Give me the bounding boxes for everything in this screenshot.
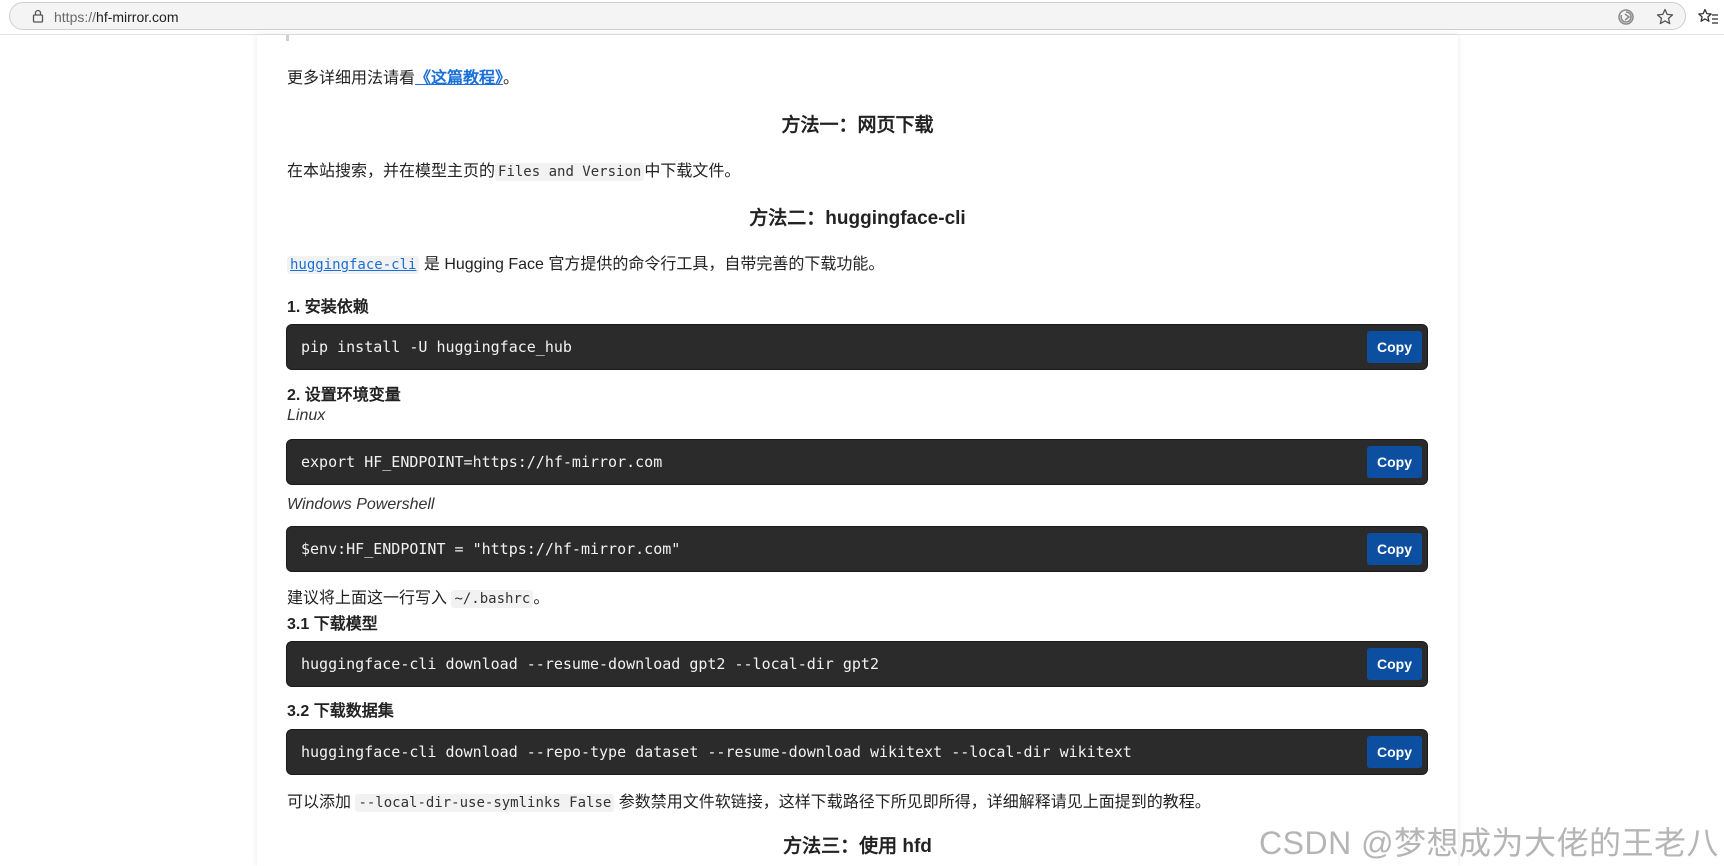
favorites-icon[interactable] [1698, 7, 1718, 27]
symlink-text-before: 可以添加 [287, 794, 356, 811]
method1-paragraph: 在本站搜索，并在模型主页的 Files and Version 中下载文件。 [287, 157, 740, 181]
method1-text-after: 中下载文件。 [644, 163, 741, 180]
url-scheme: https:// [54, 9, 97, 25]
intro-prefix: 更多详细用法请看 [287, 70, 416, 87]
code-text-download-model: huggingface-cli download --resume-downlo… [301, 655, 879, 673]
code-block-download-dataset: huggingface-cli download --repo-type dat… [287, 730, 1427, 774]
step1-title: 1. 安装依赖 [287, 299, 369, 316]
url-host: hf-mirror.com [96, 9, 179, 25]
copy-button-download-model[interactable]: Copy [1367, 648, 1422, 680]
files-and-version-code: Files and Version [495, 163, 645, 181]
blockquote-bar [286, 35, 289, 41]
code-text-download-dataset: huggingface-cli download --repo-type dat… [301, 743, 1132, 761]
url-text[interactable]: https://hf-mirror.com [54, 9, 178, 25]
bashrc-text-before: 建议将上面这一行写入 [287, 590, 452, 607]
refresh-icon[interactable] [1616, 7, 1636, 27]
step31-title: 3.1 下载模型 [287, 616, 378, 633]
code-text-linux-env: export HF_ENDPOINT=https://hf-mirror.com [301, 453, 663, 471]
symlink-text-after: 参数禁用文件软链接，这样下载路径下所见即所得，详细解释请见上面提到的教程。 [614, 794, 1211, 811]
lock-icon[interactable] [30, 8, 46, 24]
method2-paragraph: huggingface-cli 是 Hugging Face 官方提供的命令行工… [287, 250, 884, 274]
windows-label: Windows Powershell [287, 496, 435, 513]
method2-desc: 是 Hugging Face 官方提供的命令行工具，自带完善的下载功能。 [419, 256, 885, 273]
method1-text-before: 在本站搜索，并在模型主页的 [287, 163, 496, 180]
intro-suffix: 。 [503, 70, 520, 87]
code-text-windows-env: $env:HF_ENDPOINT = "https://hf-mirror.co… [301, 540, 681, 558]
symlink-code: --local-dir-use-symlinks False [355, 794, 615, 812]
code-block-download-model: huggingface-cli download --resume-downlo… [287, 642, 1427, 686]
code-block-linux-env: export HF_ENDPOINT=https://hf-mirror.com… [287, 440, 1427, 484]
copy-button-download-dataset[interactable]: Copy [1367, 736, 1422, 768]
bashrc-text-after: 。 [533, 590, 550, 607]
linux-label: Linux [287, 407, 326, 424]
code-block-windows-env: $env:HF_ENDPOINT = "https://hf-mirror.co… [287, 527, 1427, 571]
intro-paragraph: 更多详细用法请看《这篇教程》。 [287, 64, 519, 88]
star-icon[interactable] [1655, 7, 1675, 27]
copy-button-linux-env[interactable]: Copy [1367, 446, 1422, 478]
address-bar[interactable]: https://hf-mirror.com [9, 2, 1686, 30]
bashrc-paragraph: 建议将上面这一行写入 ~/.bashrc。 [287, 584, 549, 608]
csdn-watermark: CSDN @梦想成为大佬的王老八 [1259, 825, 1720, 861]
huggingface-cli-link[interactable]: huggingface-cli [287, 256, 420, 274]
method1-heading: 方法一：网页下载 [781, 115, 934, 136]
browser-toolbar: https://hf-mirror.com [0, 0, 1724, 35]
method2-heading: 方法二：huggingface-cli [749, 208, 966, 229]
step32-title: 3.2 下载数据集 [287, 703, 394, 720]
copy-button-install[interactable]: Copy [1367, 331, 1422, 363]
code-block-install: pip install -U huggingface_hub Copy [287, 325, 1427, 369]
symlink-paragraph: 可以添加 --local-dir-use-symlinks False 参数禁用… [287, 788, 1211, 812]
step2-title: 2. 设置环境变量 [287, 387, 401, 404]
bashrc-code: ~/.bashrc [451, 590, 534, 608]
copy-button-windows-env[interactable]: Copy [1367, 533, 1422, 565]
code-text-install: pip install -U huggingface_hub [301, 338, 572, 356]
tutorial-link[interactable]: 《这篇教程》 [415, 70, 503, 87]
